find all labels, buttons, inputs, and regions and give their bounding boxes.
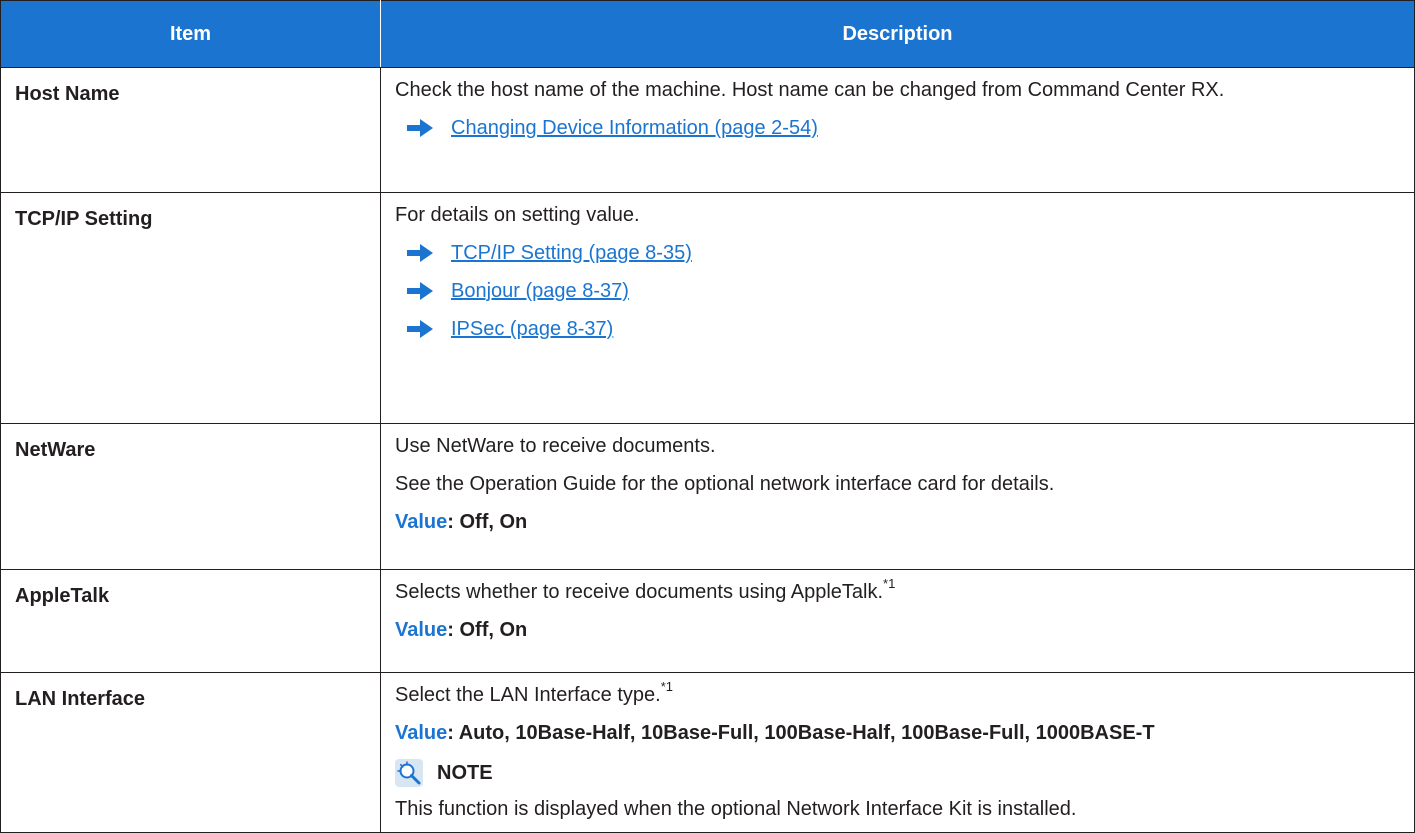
arrow-right-icon: [407, 320, 433, 339]
link-changing-device-information[interactable]: Changing Device Information (page 2-54): [451, 116, 818, 140]
table-header-row: Item Description: [0, 0, 1415, 68]
description-cell: Use NetWare to receive documents. See th…: [380, 423, 1415, 570]
link-line: Bonjour (page 8-37): [395, 279, 1390, 303]
table-row-netware: NetWare Use NetWare to receive documents…: [0, 423, 1415, 570]
description-text-body: Select the LAN Interface type.: [395, 684, 661, 706]
note-heading: NOTE: [395, 759, 1390, 788]
item-cell: NetWare: [0, 423, 381, 570]
arrow-right-icon: [407, 119, 433, 138]
table-row-host-name: Host Name Check the host name of the mac…: [0, 67, 1415, 193]
footnote-marker: *1: [883, 576, 896, 592]
table-row-lan-interface: LAN Interface Select the LAN Interface t…: [0, 672, 1415, 833]
description-cell: Select the LAN Interface type.*1 Value: …: [380, 672, 1415, 833]
value-line: Value: Off, On: [395, 510, 1390, 534]
table-row-appletalk: AppleTalk Selects whether to receive doc…: [0, 569, 1415, 673]
link-bonjour[interactable]: Bonjour (page 8-37): [451, 279, 629, 303]
value-label: Value: [395, 722, 448, 745]
value-text: : Off, On: [447, 619, 528, 642]
table-row-tcp-ip-setting: TCP/IP Setting For details on setting va…: [0, 192, 1415, 424]
item-cell: Host Name: [0, 67, 381, 193]
item-cell: TCP/IP Setting: [0, 192, 381, 424]
link-tcp-ip-setting[interactable]: TCP/IP Setting (page 8-35): [451, 241, 692, 265]
note-title: NOTE: [437, 762, 493, 785]
note-lightbulb-icon: [395, 759, 423, 788]
link-ipsec[interactable]: IPSec (page 8-37): [451, 317, 613, 341]
value-text: : Off, On: [447, 511, 528, 534]
description-text: Selects whether to receive documents usi…: [395, 577, 1390, 604]
description-cell: For details on setting value. TCP/IP Set…: [380, 192, 1415, 424]
settings-table: Item Description Host Name Check the hos…: [0, 0, 1415, 833]
description-cell: Selects whether to receive documents usi…: [380, 569, 1415, 673]
link-line: Changing Device Information (page 2-54): [395, 116, 1390, 140]
value-label: Value: [395, 511, 448, 534]
value-line: Value: Off, On: [395, 618, 1390, 642]
item-cell: AppleTalk: [0, 569, 381, 673]
value-line: Value: Auto, 10Base-Half, 10Base-Full, 1…: [395, 721, 1390, 745]
note-text: This function is displayed when the opti…: [395, 798, 1077, 821]
link-line: TCP/IP Setting (page 8-35): [395, 241, 1390, 265]
arrow-right-icon: [407, 244, 433, 263]
header-item: Item: [0, 0, 381, 68]
description-text: See the Operation Guide for the optional…: [395, 473, 1055, 496]
header-description: Description: [380, 0, 1415, 68]
value-label: Value: [395, 619, 448, 642]
description-text: For details on setting value.: [395, 204, 640, 226]
value-text: : Auto, 10Base-Half, 10Base-Full, 100Bas…: [447, 722, 1155, 745]
description-text: Use NetWare to receive documents.: [395, 435, 716, 457]
description-text-body: Selects whether to receive documents usi…: [395, 581, 884, 603]
link-line: IPSec (page 8-37): [395, 317, 1390, 341]
arrow-right-icon: [407, 282, 433, 301]
description-cell: Check the host name of the machine. Host…: [380, 67, 1415, 193]
footnote-marker: *1: [660, 679, 673, 695]
item-cell: LAN Interface: [0, 672, 381, 833]
description-text: Check the host name of the machine. Host…: [395, 79, 1225, 101]
description-text: Select the LAN Interface type.*1: [395, 680, 1390, 707]
